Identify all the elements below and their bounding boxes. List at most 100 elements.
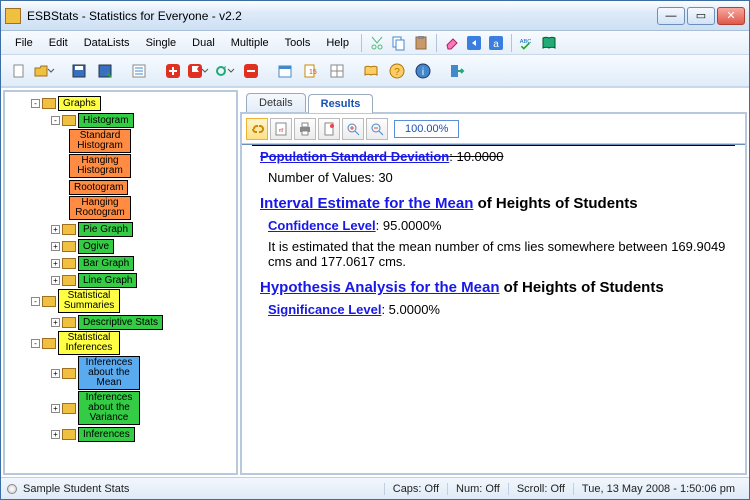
folder-icon: [62, 115, 76, 126]
tree-node[interactable]: + Ogive: [11, 238, 236, 254]
tree-label[interactable]: Descriptive Stats: [78, 315, 163, 330]
menu-help[interactable]: Help: [318, 34, 357, 52]
eraser-icon[interactable]: [442, 33, 462, 53]
expand-icon[interactable]: +: [51, 369, 60, 378]
tree-node[interactable]: - Statistical Inferences: [11, 331, 236, 355]
copy-icon[interactable]: [389, 33, 409, 53]
expand-icon[interactable]: +: [51, 242, 60, 251]
tree-label[interactable]: Inferences about the Mean: [78, 356, 140, 390]
menu-multiple[interactable]: Multiple: [223, 34, 277, 52]
tree-node[interactable]: + Inferences about the Mean: [11, 356, 236, 390]
tab-results[interactable]: Results: [308, 94, 374, 113]
tree-node[interactable]: Hanging Rootogram: [11, 196, 236, 220]
select-all-icon[interactable]: a: [486, 33, 506, 53]
expand-icon[interactable]: +: [51, 276, 60, 285]
zoom-out-icon[interactable]: [366, 118, 388, 140]
num-values-label: Number of Values:: [268, 170, 375, 185]
grid-button[interactable]: [325, 59, 349, 83]
tree-label[interactable]: Pie Graph: [78, 222, 133, 237]
tree-node[interactable]: - Statistical Summaries: [11, 289, 236, 313]
tree-label[interactable]: Bar Graph: [78, 256, 134, 271]
expand-icon[interactable]: +: [51, 430, 60, 439]
print-icon[interactable]: [294, 118, 316, 140]
refresh-button[interactable]: [213, 59, 237, 83]
new-button[interactable]: [7, 59, 31, 83]
help-book-icon[interactable]: [539, 33, 559, 53]
menu-file[interactable]: File: [7, 34, 41, 52]
help-button[interactable]: ?: [385, 59, 409, 83]
zoom-level[interactable]: 100.00%: [394, 120, 459, 138]
minimize-button[interactable]: —: [657, 7, 685, 25]
remove-button[interactable]: [239, 59, 263, 83]
collapse-icon[interactable]: -: [31, 297, 40, 306]
undo-icon[interactable]: [464, 33, 484, 53]
tree-label[interactable]: Inferences about the Variance: [78, 391, 140, 425]
tree-node[interactable]: - Histogram: [11, 112, 236, 128]
list-button[interactable]: [127, 59, 151, 83]
zoom-in-icon[interactable]: [342, 118, 364, 140]
menu-tools[interactable]: Tools: [277, 34, 319, 52]
tree-node[interactable]: + Inferences: [11, 426, 236, 442]
rtf-export-icon[interactable]: rtf: [270, 118, 292, 140]
tree-label[interactable]: Graphs: [58, 96, 101, 111]
cut-icon[interactable]: [367, 33, 387, 53]
tree-label[interactable]: Inferences: [78, 427, 135, 442]
open-button[interactable]: [33, 59, 57, 83]
flag-button[interactable]: [187, 59, 211, 83]
info-button[interactable]: i: [411, 59, 435, 83]
spellcheck-icon[interactable]: ABC: [517, 33, 537, 53]
collapse-icon[interactable]: -: [51, 116, 60, 125]
tree-node[interactable]: Standard Histogram: [11, 129, 236, 153]
close-button[interactable]: ✕: [717, 7, 745, 25]
main-toolbar: 15 ? i: [1, 55, 749, 87]
expand-icon[interactable]: +: [51, 404, 60, 413]
link-icon[interactable]: [246, 118, 268, 140]
tree-label[interactable]: Hanging Histogram: [69, 154, 131, 178]
add-button[interactable]: [161, 59, 185, 83]
tree-node[interactable]: Hanging Histogram: [11, 154, 236, 178]
collapse-icon[interactable]: -: [31, 339, 40, 348]
tree-label[interactable]: Statistical Inferences: [58, 331, 120, 355]
interval-estimate-link[interactable]: Interval Estimate for the Mean: [260, 195, 473, 212]
confidence-level-link[interactable]: Confidence Level: [268, 218, 376, 233]
tree-node[interactable]: - Graphs: [11, 95, 236, 111]
exit-button[interactable]: [445, 59, 469, 83]
save-button[interactable]: [67, 59, 91, 83]
tree-node[interactable]: + Line Graph: [11, 272, 236, 288]
menu-datalists[interactable]: DataLists: [76, 34, 138, 52]
expand-icon[interactable]: +: [51, 225, 60, 234]
book-button[interactable]: [359, 59, 383, 83]
tree-label[interactable]: Standard Histogram: [69, 129, 131, 153]
tree-node[interactable]: + Pie Graph: [11, 221, 236, 237]
menu-single[interactable]: Single: [138, 34, 185, 52]
tree-label[interactable]: Histogram: [78, 113, 134, 128]
page-icon[interactable]: [318, 118, 340, 140]
expand-icon[interactable]: +: [51, 259, 60, 268]
menu-dual[interactable]: Dual: [184, 34, 223, 52]
tree-label[interactable]: Statistical Summaries: [58, 289, 120, 313]
tree-sidebar[interactable]: -Graphs-HistogramStandard HistogramHangi…: [3, 90, 238, 475]
paste-icon[interactable]: [411, 33, 431, 53]
tree-label[interactable]: Hanging Rootogram: [69, 196, 131, 220]
main-area: -Graphs-HistogramStandard HistogramHangi…: [1, 87, 749, 477]
confidence-value: 95.0000%: [383, 218, 442, 233]
hypothesis-analysis-link[interactable]: Hypothesis Analysis for the Mean: [260, 279, 500, 296]
maximize-button[interactable]: ▭: [687, 7, 715, 25]
tree-node[interactable]: Rootogram: [11, 179, 236, 195]
tree-label[interactable]: Line Graph: [78, 273, 137, 288]
results-content[interactable]: Population Standard Deviation: 10.0000 N…: [242, 144, 745, 473]
tree-label[interactable]: Ogive: [78, 239, 114, 254]
significance-level-link[interactable]: Significance Level: [268, 302, 381, 317]
tree-node[interactable]: + Descriptive Stats: [11, 314, 236, 330]
tree-node[interactable]: + Inferences about the Variance: [11, 391, 236, 425]
schedule-button[interactable]: 15: [299, 59, 323, 83]
tab-details[interactable]: Details: [246, 93, 306, 112]
collapse-icon[interactable]: -: [31, 99, 40, 108]
tree-label[interactable]: Rootogram: [69, 180, 128, 195]
expand-icon[interactable]: +: [51, 318, 60, 327]
menu-edit[interactable]: Edit: [41, 34, 76, 52]
calendar-button[interactable]: [273, 59, 297, 83]
folder-icon: [62, 368, 76, 379]
save-as-button[interactable]: [93, 59, 117, 83]
tree-node[interactable]: + Bar Graph: [11, 255, 236, 271]
